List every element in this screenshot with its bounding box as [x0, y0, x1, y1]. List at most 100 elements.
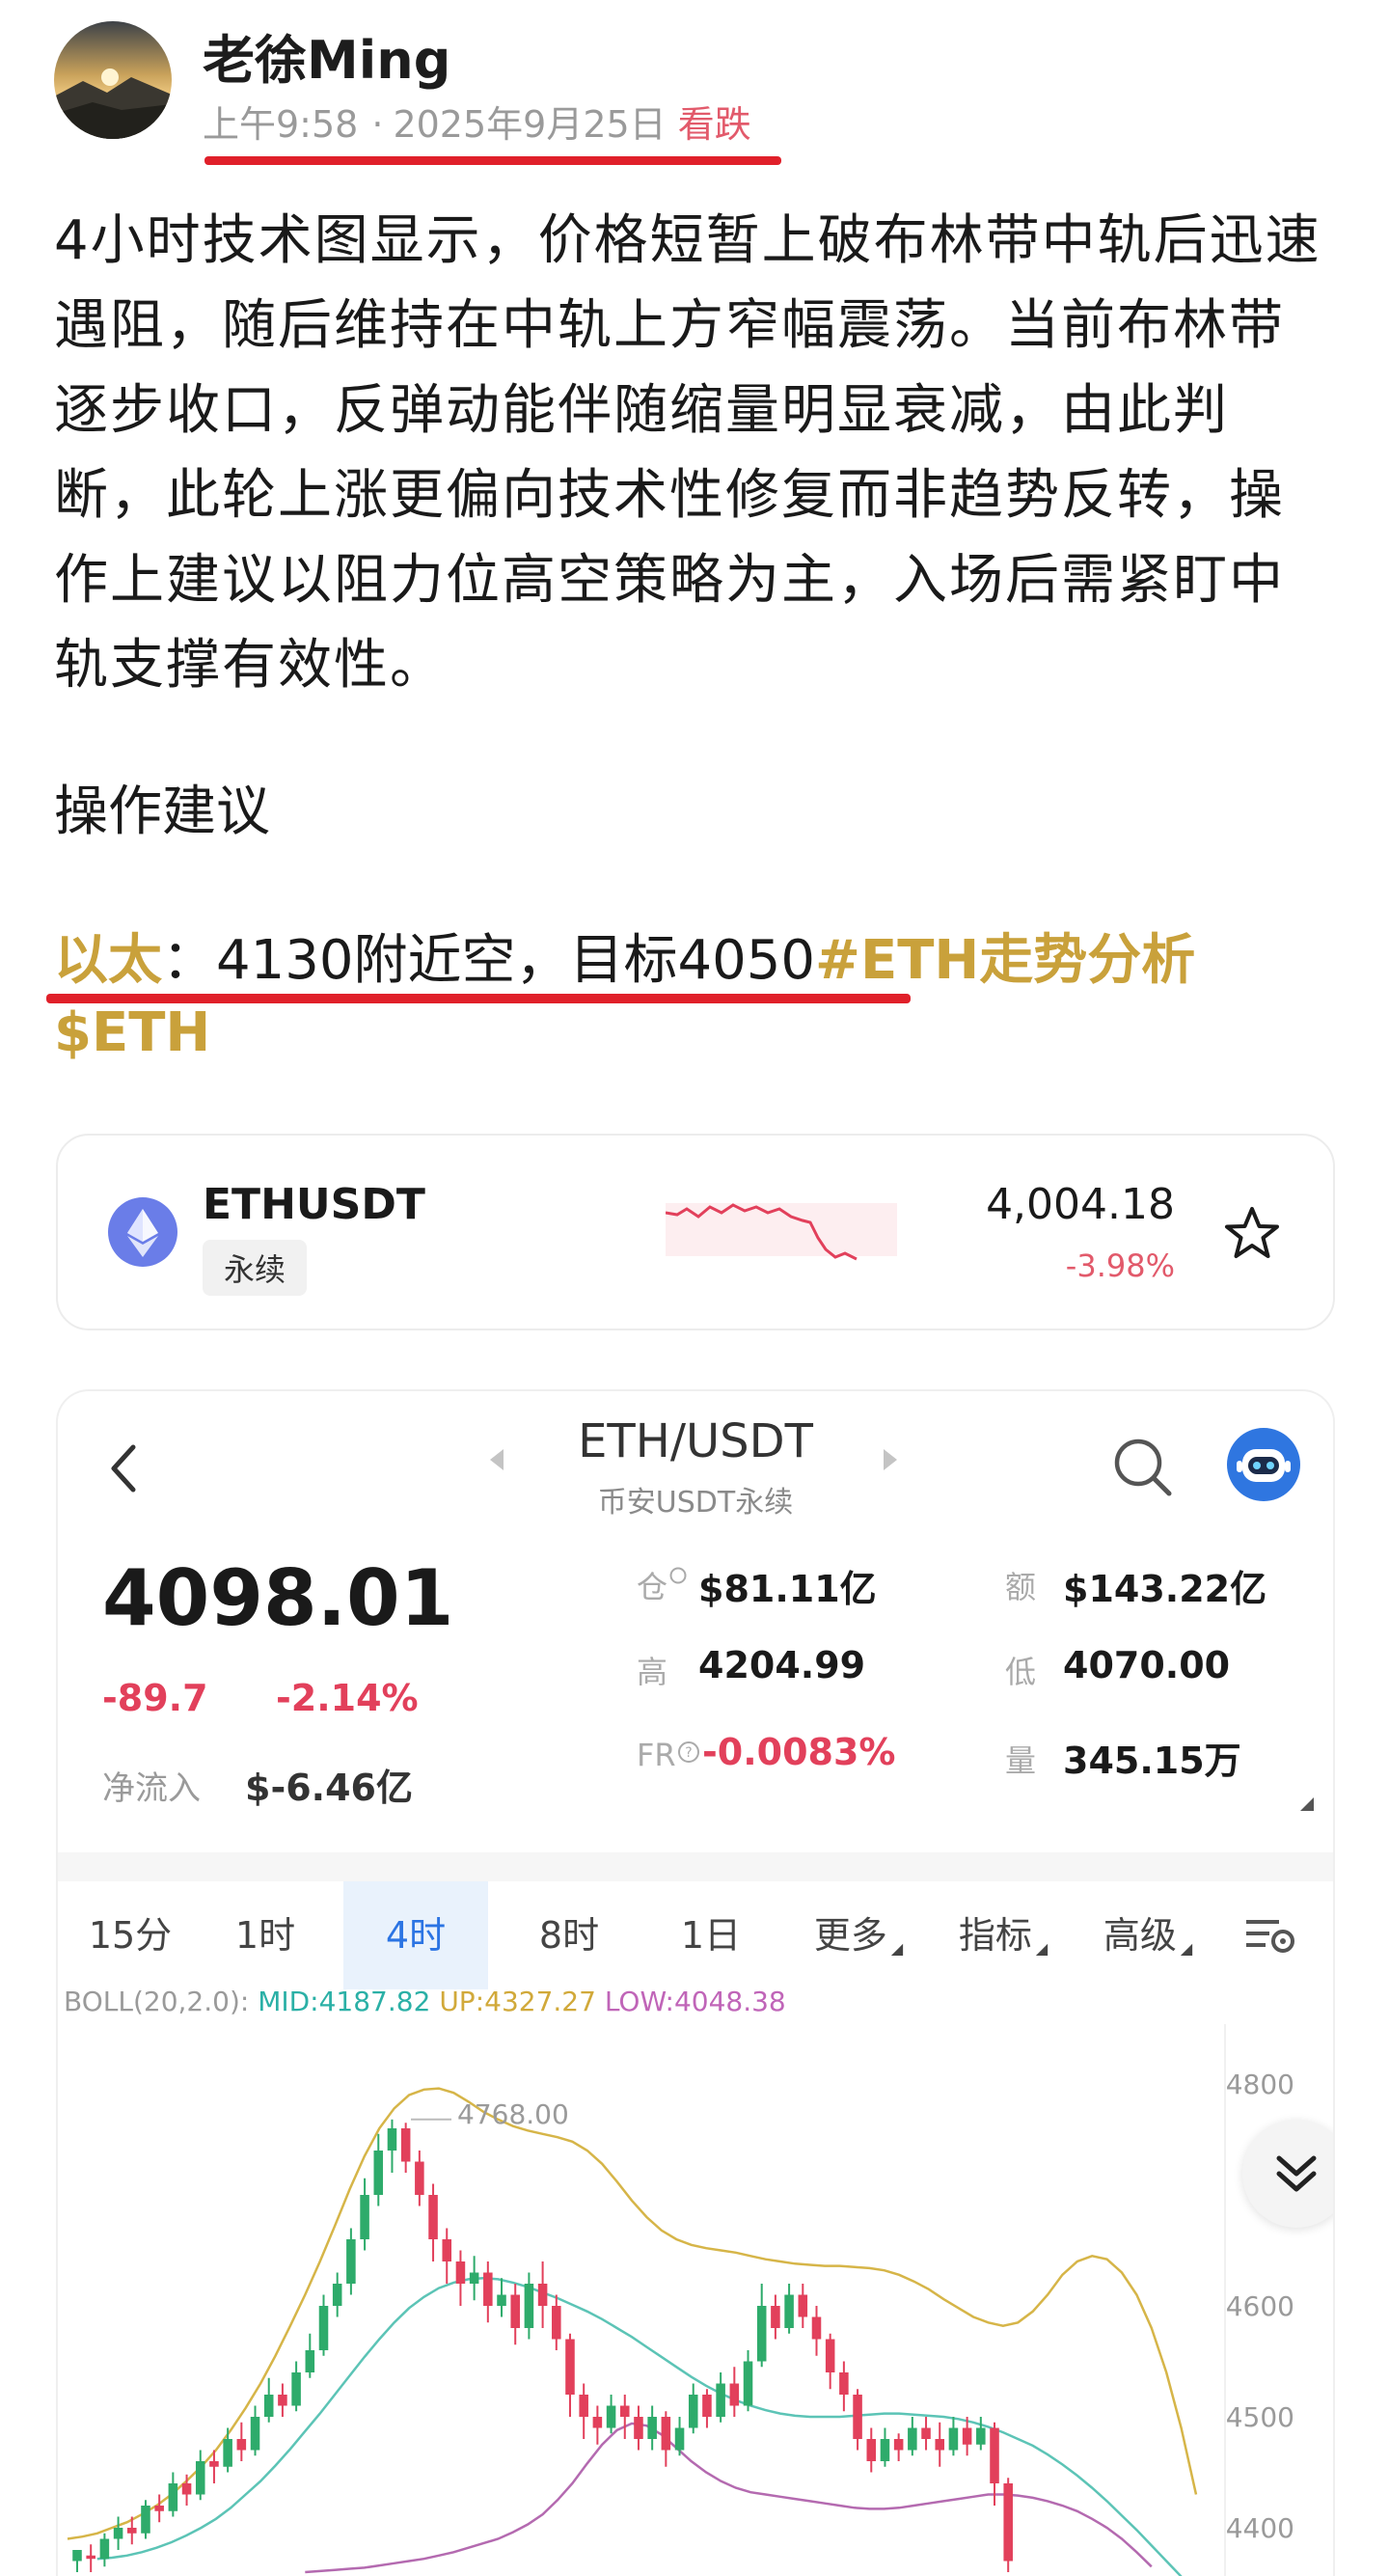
tab-more-label: 更多 — [813, 1914, 887, 1957]
high-label: 高 — [637, 1654, 668, 1690]
candle-body — [332, 2284, 342, 2306]
eth-text: ：4130附近空，目标4050 — [162, 929, 816, 992]
candle-body — [373, 2151, 384, 2195]
cashtag-link[interactable]: $ETH — [54, 1001, 210, 1064]
price-change-pct: -2.14% — [276, 1677, 419, 1719]
candle-body — [647, 2417, 657, 2439]
candle-body — [387, 2128, 397, 2151]
candle-body — [756, 2306, 767, 2362]
ticker-card[interactable]: ETHUSDT 永续 4,004.18 -3.98% — [56, 1134, 1335, 1330]
tab-8h[interactable]: 8时 — [502, 1881, 637, 1989]
boll-low: LOW:4048.38 — [604, 1986, 786, 2017]
trade-suggestion: 以太：4130附近空，目标4050#ETH走势分析 — [54, 917, 1195, 995]
candle-body — [141, 2506, 150, 2534]
candle-body — [853, 2395, 862, 2439]
y-tick-label: 4800 — [1226, 2069, 1294, 2100]
funding-rate-label: FR — [637, 1737, 676, 1773]
boll-mid: MID:4187.82 — [258, 1986, 431, 2017]
candle-body — [195, 2461, 205, 2495]
candle-body — [181, 2483, 192, 2495]
candle-body — [127, 2528, 137, 2534]
tab-1d[interactable]: 1日 — [648, 1881, 774, 1989]
post-date: 2025年9月25日 — [393, 103, 667, 146]
candle-body — [360, 2195, 369, 2239]
candlestick-chart[interactable]: 4800474600450044004768.00 — [58, 2024, 1333, 2576]
tab-indicators[interactable]: 指标 ◢ — [936, 1881, 1071, 1989]
annotation-underline-meta — [204, 156, 781, 165]
search-icon[interactable] — [1109, 1434, 1177, 1501]
svg-text:?: ? — [685, 1745, 692, 1761]
hashtag-link[interactable]: #ETH走势分析 — [815, 929, 1195, 992]
caret-icon: ◢ — [1035, 1939, 1049, 1958]
candle-body — [510, 2294, 520, 2328]
chart-settings-icon[interactable] — [1244, 1914, 1298, 1960]
author-name[interactable]: 老徐Ming — [203, 17, 450, 94]
candle-body — [866, 2439, 877, 2461]
candle-body — [318, 2306, 329, 2350]
ticker-price: 4,004.18 — [986, 1180, 1175, 1229]
net-inflow-value: $-6.46亿 — [245, 1767, 413, 1809]
candle-body — [962, 2427, 972, 2445]
open-interest-info-icon[interactable] — [669, 1567, 687, 1588]
candle-body — [634, 2417, 643, 2439]
candle-body — [784, 2294, 794, 2328]
tab-4h[interactable]: 4时 — [343, 1881, 488, 1989]
boll-label: BOLL(20,2.0): — [64, 1986, 250, 2017]
candle-body — [702, 2395, 712, 2417]
candle-body — [1003, 2483, 1013, 2562]
contract-badge: 永续 — [203, 1240, 308, 1296]
high-value: 4204.99 — [698, 1644, 866, 1686]
candle-body — [86, 2555, 95, 2560]
open-interest-value: $81.11亿 — [698, 1568, 877, 1610]
candle-body — [948, 2427, 959, 2451]
expand-corner-icon[interactable] — [1300, 1796, 1314, 1815]
candle-body — [716, 2383, 725, 2417]
meta-separator: · — [371, 103, 384, 146]
candle-body — [579, 2395, 588, 2417]
last-price: 4098.01 — [102, 1553, 454, 1643]
volume-value: 345.15万 — [1063, 1740, 1241, 1782]
y-tick-label: 4400 — [1226, 2512, 1294, 2544]
next-pair-arrow-icon[interactable] — [884, 1449, 897, 1470]
ticker-change: -3.98% — [1065, 1247, 1175, 1284]
avatar[interactable] — [54, 21, 172, 139]
star-icon[interactable] — [1221, 1203, 1283, 1265]
candle-body — [811, 2316, 822, 2340]
post-time: 上午9:58 — [203, 103, 359, 146]
candle-body — [537, 2284, 548, 2306]
candle-body — [415, 2161, 424, 2195]
tab-more[interactable]: 更多 ◢ — [791, 1881, 926, 1989]
candle-body — [469, 2272, 479, 2284]
funding-rate-info-icon[interactable]: ? — [677, 1740, 700, 1768]
funding-rate-value: -0.0083% — [702, 1731, 896, 1773]
turnover-label: 额 — [1005, 1569, 1037, 1605]
tab-1h[interactable]: 1时 — [203, 1881, 328, 1989]
tab-15m[interactable]: 15分 — [58, 1881, 203, 1989]
candle-body — [291, 2372, 301, 2406]
y-tick-label: 4500 — [1226, 2401, 1294, 2433]
candle-body — [305, 2350, 315, 2372]
tab-advanced[interactable]: 高级 ◢ — [1080, 1881, 1215, 1989]
candle-body — [524, 2284, 534, 2328]
candle-body — [935, 2439, 945, 2451]
turnover-value: $143.22亿 — [1063, 1568, 1267, 1610]
ethereum-icon — [108, 1197, 177, 1267]
candle-body — [880, 2439, 890, 2461]
boll-up: UP:4327.27 — [439, 1986, 596, 2017]
candle-body — [908, 2427, 917, 2451]
robot-assistant-icon[interactable] — [1227, 1428, 1300, 1501]
candle-body — [263, 2395, 274, 2417]
boll-upper-line — [67, 2087, 1198, 2540]
candle-body — [99, 2538, 110, 2560]
ticker-symbol: ETHUSDT — [203, 1180, 425, 1229]
timeframe-tabs: 15分 1时 4时 8时 1日 更多 ◢ 指标 ◢ 高级 ◢ — [58, 1881, 1333, 1989]
sentiment-tag[interactable]: 看跌 — [678, 103, 751, 146]
candle-body — [72, 2550, 82, 2562]
scroll-down-button[interactable] — [1242, 2120, 1333, 2228]
tab-indicators-label: 指标 — [958, 1914, 1032, 1957]
candle-body — [619, 2405, 630, 2417]
candle-body — [839, 2372, 849, 2395]
candle-body — [990, 2427, 999, 2483]
candle-body — [921, 2427, 931, 2439]
boll-legend: BOLL(20,2.0): MID:4187.82 UP:4327.27 LOW… — [64, 1986, 786, 2017]
